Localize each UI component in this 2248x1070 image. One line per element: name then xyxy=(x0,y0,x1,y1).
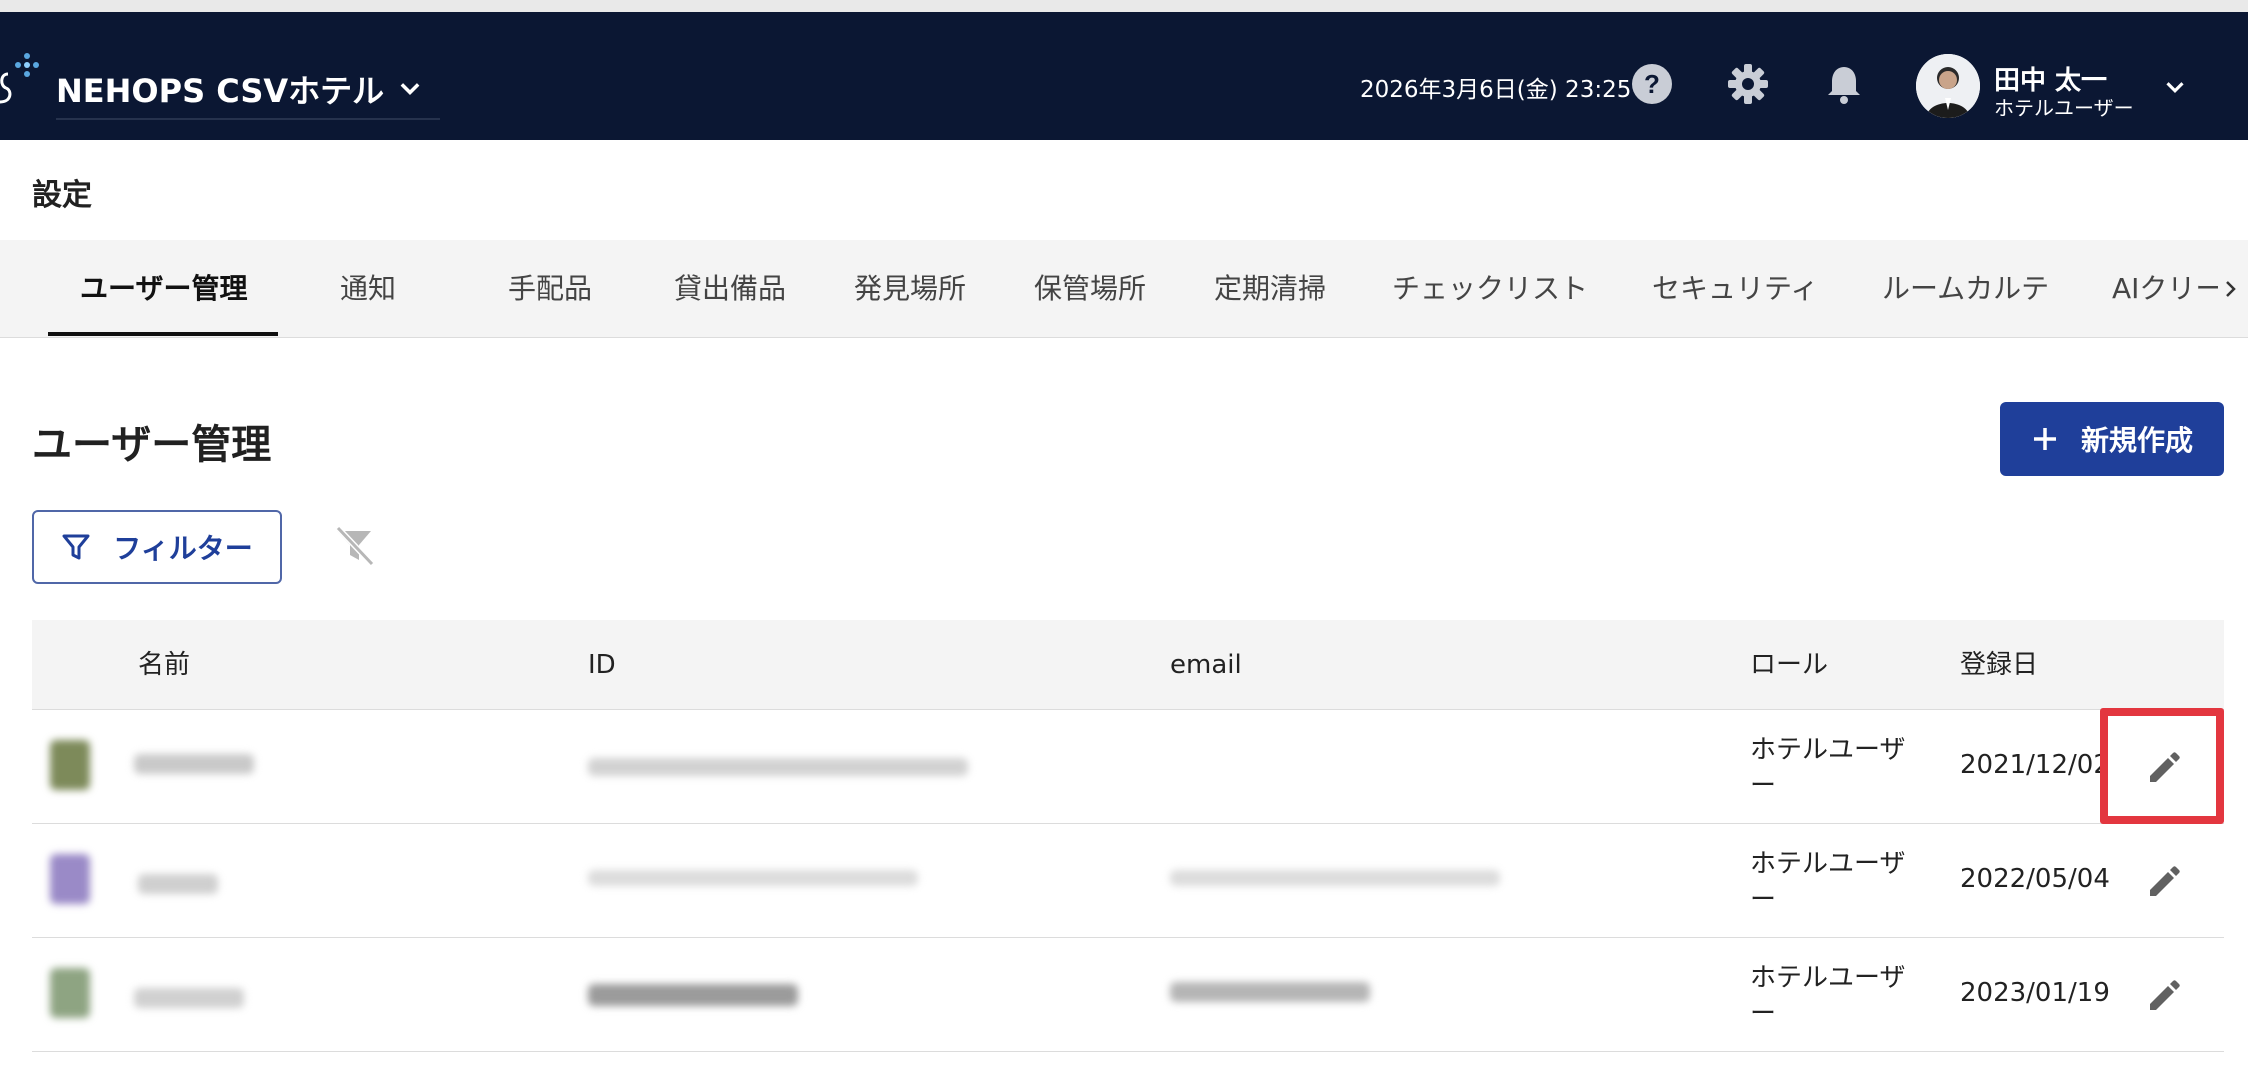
logo-fragment xyxy=(0,72,12,104)
table-row[interactable]: ホテルユーザー 2021/12/02 xyxy=(32,710,2224,824)
help-icon[interactable]: ? xyxy=(1630,62,1674,106)
tab-security[interactable]: セキュリティ xyxy=(1652,240,1818,337)
chevron-down-icon[interactable] xyxy=(2160,72,2190,102)
name-blurred xyxy=(138,874,218,894)
filter-off-icon[interactable] xyxy=(332,524,376,568)
tab-room-karte[interactable]: ルームカルテ xyxy=(1882,240,2049,337)
page-title: 設定 xyxy=(32,178,92,213)
tab-rental-equipment[interactable]: 貸出備品 xyxy=(674,240,786,337)
svg-text:?: ? xyxy=(1644,69,1660,99)
tab-checklist[interactable]: チェックリスト xyxy=(1392,240,1588,337)
active-tab-indicator xyxy=(48,332,278,336)
table-header: 名前 ID email ロール 登録日 xyxy=(32,620,2224,710)
role-cell: ホテルユーザー xyxy=(1750,963,1906,1029)
tab-ai-clean[interactable]: AIクリー xyxy=(2112,240,2223,337)
section-title: ユーザー管理 xyxy=(32,422,272,468)
email-blurred xyxy=(1170,870,1500,886)
settings-tab-bar: ユーザー管理 通知 手配品 貸出備品 発見場所 保管場所 定期清掃 チェックリス… xyxy=(0,240,2248,338)
avatar-blurred xyxy=(50,854,90,904)
avatar[interactable] xyxy=(1916,54,1980,118)
table-row[interactable]: ホテルユーザー 2022/05/04 xyxy=(32,824,2224,938)
filter-button[interactable]: フィルター xyxy=(32,510,282,584)
create-new-label: 新規作成 xyxy=(2080,424,2193,457)
user-role: ホテルユーザー xyxy=(1994,96,2134,120)
app-header: NEHOPS CSVホテル 2026年3月6日(金) 23:25 ? 田中 太一… xyxy=(0,12,2248,140)
date-cell: 2023/01/19 xyxy=(1960,978,2110,1008)
name-blurred xyxy=(134,988,244,1008)
highlight-box xyxy=(2100,708,2224,824)
chevron-right-icon[interactable] xyxy=(2218,274,2244,304)
avatar-blurred xyxy=(50,968,90,1018)
column-header-name[interactable]: 名前 xyxy=(138,620,190,710)
role-cell: ホテルユーザー xyxy=(1750,735,1906,801)
column-header-role[interactable]: ロール xyxy=(1750,620,1828,710)
chevron-down-icon xyxy=(400,83,420,95)
create-new-button[interactable]: 新規作成 xyxy=(2000,402,2224,476)
edit-icon[interactable] xyxy=(2142,860,2186,904)
bell-icon[interactable] xyxy=(1822,62,1866,106)
tab-found-location[interactable]: 発見場所 xyxy=(854,240,966,337)
column-header-id[interactable]: ID xyxy=(588,620,616,710)
gear-icon[interactable] xyxy=(1726,62,1770,106)
table-row[interactable]: ホテルユーザー 2023/01/19 xyxy=(32,938,2224,1052)
logo-dots xyxy=(15,53,39,77)
tab-storage-location[interactable]: 保管場所 xyxy=(1034,240,1146,337)
id-blurred xyxy=(588,870,918,886)
date-cell: 2021/12/02 xyxy=(1960,750,2110,780)
hotel-selector[interactable]: NEHOPS CSVホテル xyxy=(56,60,441,120)
email-blurred xyxy=(1170,982,1370,1002)
tab-arrangement[interactable]: 手配品 xyxy=(508,240,592,337)
tab-notification[interactable]: 通知 xyxy=(340,240,396,337)
column-header-date[interactable]: 登録日 xyxy=(1960,620,2038,710)
id-blurred xyxy=(588,984,798,1006)
current-datetime: 2026年3月6日(金) 23:25 xyxy=(1360,77,1632,103)
role-cell: ホテルユーザー xyxy=(1750,849,1906,915)
edit-icon[interactable] xyxy=(2142,974,2186,1018)
name-blurred xyxy=(134,754,254,774)
plus-icon xyxy=(2033,428,2056,450)
user-table: 名前 ID email ロール 登録日 ホテルユーザー 2021/12/02 ホ… xyxy=(32,620,2224,1070)
id-blurred xyxy=(588,758,968,776)
tab-periodic-cleaning[interactable]: 定期清掃 xyxy=(1214,240,1326,337)
avatar-blurred xyxy=(50,740,90,790)
user-photo xyxy=(1916,54,1980,118)
filter-label: フィルター xyxy=(113,532,253,565)
tab-user-management[interactable]: ユーザー管理 xyxy=(80,240,247,337)
column-header-email[interactable]: email xyxy=(1170,620,1242,710)
hotel-name: NEHOPS CSVホテル xyxy=(56,72,385,110)
top-strip xyxy=(0,0,2248,12)
date-cell: 2022/05/04 xyxy=(1960,864,2110,894)
filter-icon xyxy=(62,534,90,560)
